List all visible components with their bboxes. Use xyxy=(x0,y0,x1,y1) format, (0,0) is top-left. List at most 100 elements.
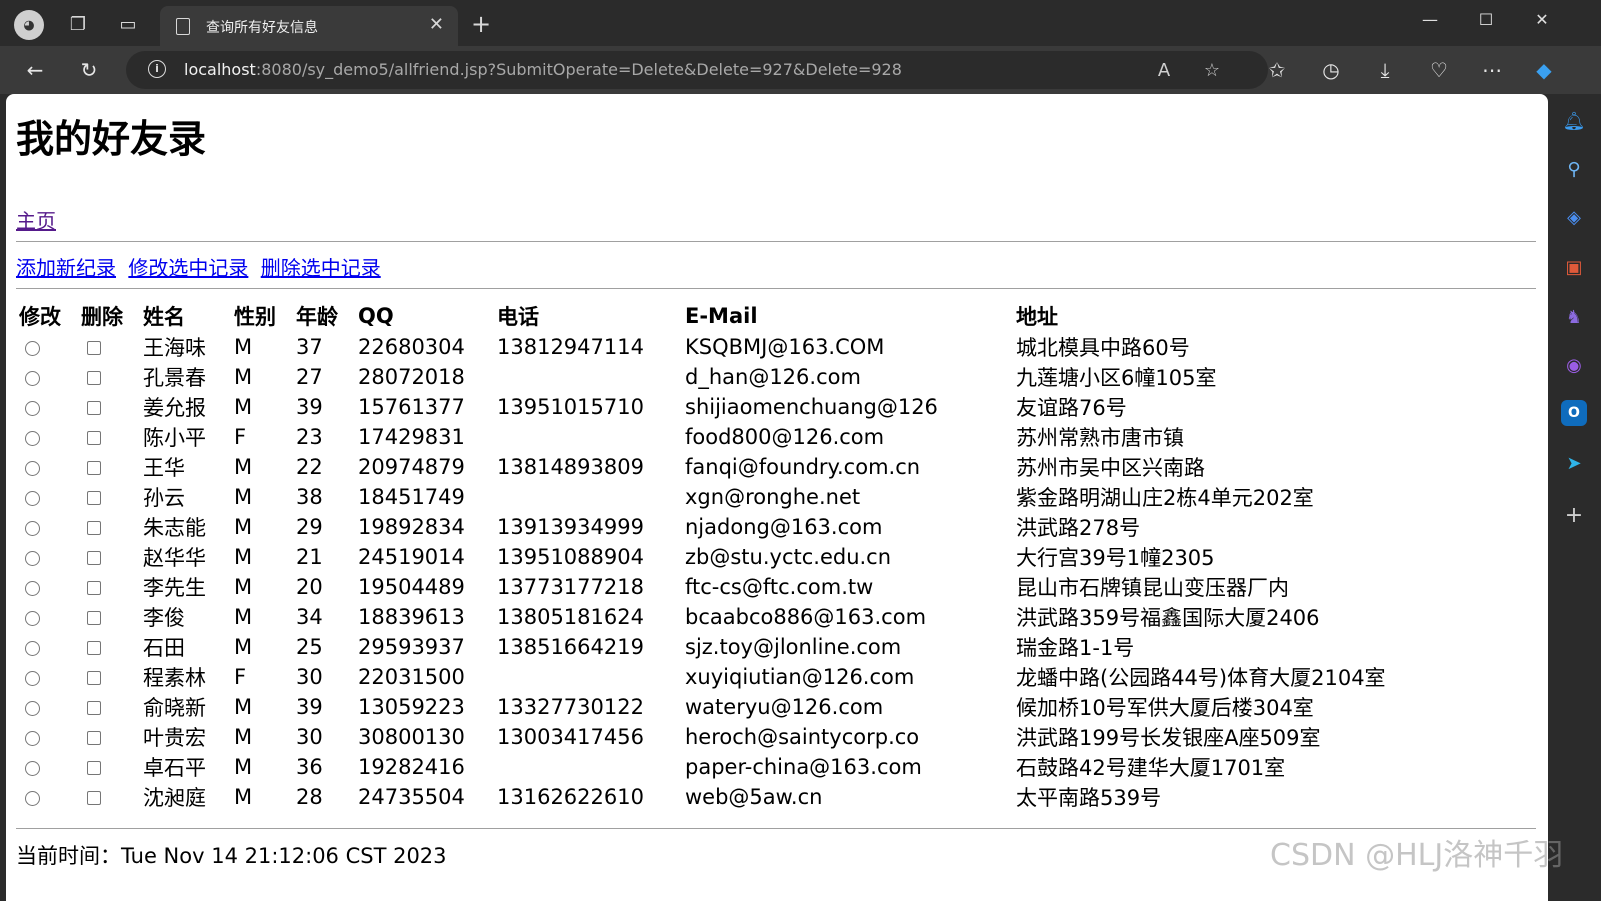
read-aloud-icon[interactable]: A xyxy=(1152,58,1176,82)
add-record-link[interactable]: 添加新纪录 xyxy=(16,256,116,280)
edit-radio[interactable] xyxy=(25,430,40,446)
add-icon[interactable]: + xyxy=(1561,502,1587,528)
cell-age: 39 xyxy=(296,695,323,719)
edit-selected-link[interactable]: 修改选中记录 xyxy=(128,256,248,280)
address-bar[interactable]: i localhost:8080/sy_demo5/allfriend.jsp?… xyxy=(126,51,1268,89)
cell-name: 孔景春 xyxy=(143,366,206,390)
cell-email: sjz.toy@jlonline.com xyxy=(685,635,902,659)
cell-name: 陈小平 xyxy=(143,426,206,450)
edit-radio[interactable] xyxy=(25,340,40,356)
cell-gender: M xyxy=(234,635,253,659)
edit-select-cell xyxy=(16,752,78,782)
cell-address: 太平南路539号 xyxy=(1016,786,1162,810)
active-tab[interactable]: 查询所有好友信息 ✕ xyxy=(160,6,458,46)
info-icon[interactable]: i xyxy=(148,60,166,78)
cell-phone: 13851664219 xyxy=(497,635,644,659)
edit-radio[interactable] xyxy=(25,730,40,746)
office-icon[interactable]: ◉ xyxy=(1561,352,1587,378)
edit-radio[interactable] xyxy=(25,460,40,476)
new-tab-icon[interactable]: + xyxy=(467,10,495,38)
close-icon[interactable]: ✕ xyxy=(1514,4,1570,34)
delete-checkbox[interactable] xyxy=(87,521,101,535)
delete-selected-link[interactable]: 删除选中记录 xyxy=(261,256,381,280)
cell-phone: 13913934999 xyxy=(497,515,644,539)
profile-avatar[interactable]: ◕ xyxy=(14,10,44,40)
downloads-icon[interactable]: ⤓ xyxy=(1371,56,1399,84)
edit-radio[interactable] xyxy=(25,550,40,566)
delete-checkbox[interactable] xyxy=(87,641,101,655)
delete-checkbox[interactable] xyxy=(87,371,101,385)
cell-age: 34 xyxy=(296,605,323,629)
cell-name: 朱志能 xyxy=(143,516,206,540)
edit-radio[interactable] xyxy=(25,670,40,686)
edit-radio[interactable] xyxy=(25,790,40,806)
home-link[interactable]: 主页 xyxy=(16,205,56,234)
edit-radio[interactable] xyxy=(25,610,40,626)
history-icon[interactable]: ◷ xyxy=(1317,56,1345,84)
delete-checkbox[interactable] xyxy=(87,551,101,565)
delete-checkbox[interactable] xyxy=(87,731,101,745)
games-icon[interactable]: ♞ xyxy=(1561,304,1587,330)
cell-name: 叶贵宏 xyxy=(143,726,206,750)
cell-gender: M xyxy=(234,785,253,809)
edit-select-cell xyxy=(16,782,78,812)
tag-icon[interactable]: ◈ xyxy=(1561,204,1587,230)
edit-radio[interactable] xyxy=(25,640,40,656)
delete-checkbox[interactable] xyxy=(87,611,101,625)
delete-checkbox[interactable] xyxy=(87,701,101,715)
cell-email: ftc-cs@ftc.com.tw xyxy=(685,575,874,599)
cell-address: 洪武路359号福鑫国际大厦2406 xyxy=(1016,606,1320,630)
cell-age: 23 xyxy=(296,425,323,449)
delete-checkbox[interactable] xyxy=(87,671,101,685)
cell-email: heroch@saintycorp.co xyxy=(685,725,920,749)
search-icon[interactable]: ⚲ xyxy=(1561,156,1587,182)
cell-phone xyxy=(494,752,682,782)
delete-checkbox[interactable] xyxy=(87,431,101,445)
workspaces-icon[interactable]: ❐ xyxy=(64,10,92,38)
bell-icon[interactable]: 🔔︎ xyxy=(1561,108,1587,134)
delete-checkbox[interactable] xyxy=(87,791,101,805)
minimize-icon[interactable]: — xyxy=(1402,4,1458,34)
cell-name: 李先生 xyxy=(143,576,206,600)
cell-gender: M xyxy=(234,365,253,389)
edit-radio[interactable] xyxy=(25,520,40,536)
refresh-icon[interactable]: ↻ xyxy=(75,56,103,84)
edit-radio[interactable] xyxy=(25,700,40,716)
cell-qq: 15761377 xyxy=(358,395,465,419)
delete-checkbox[interactable] xyxy=(87,461,101,475)
delete-select-cell xyxy=(78,332,140,362)
delete-checkbox[interactable] xyxy=(87,491,101,505)
tab-actions-icon[interactable]: ▭ xyxy=(114,10,142,38)
maximize-icon[interactable]: ☐ xyxy=(1458,4,1514,34)
delete-checkbox[interactable] xyxy=(87,581,101,595)
delete-checkbox[interactable] xyxy=(87,761,101,775)
browser-essentials-icon[interactable]: ♡ xyxy=(1425,56,1453,84)
close-tab-icon[interactable]: ✕ xyxy=(429,14,444,35)
favorites-icon[interactable]: ✩ xyxy=(1263,56,1291,84)
delete-select-cell xyxy=(78,542,140,572)
cell-address: 苏州市吴中区兴南路 xyxy=(1016,456,1205,480)
toolbox-icon[interactable]: ▣ xyxy=(1561,254,1587,280)
cell-phone: 13951088904 xyxy=(497,545,644,569)
edit-radio[interactable] xyxy=(25,580,40,596)
edit-radio[interactable] xyxy=(25,370,40,386)
cell-age: 28 xyxy=(296,785,323,809)
cell-qq: 13059223 xyxy=(358,695,465,719)
edit-radio[interactable] xyxy=(25,400,40,416)
edit-radio[interactable] xyxy=(25,490,40,506)
url-text[interactable]: localhost:8080/sy_demo5/allfriend.jsp?Su… xyxy=(184,60,902,79)
outlook-icon[interactable]: O xyxy=(1561,400,1587,426)
copilot-icon[interactable]: ◆ xyxy=(1530,56,1558,84)
cell-email: food800@126.com xyxy=(685,425,885,449)
cell-qq: 24519014 xyxy=(358,545,465,569)
column-header: 地址 xyxy=(1016,305,1058,329)
send-icon[interactable]: ➤ xyxy=(1561,450,1587,476)
favorite-star-icon[interactable]: ☆ xyxy=(1200,58,1224,82)
edit-radio[interactable] xyxy=(25,760,40,776)
delete-select-cell xyxy=(78,512,140,542)
delete-checkbox[interactable] xyxy=(87,401,101,415)
more-options-icon[interactable]: ⋯ xyxy=(1478,56,1506,84)
back-icon[interactable]: ← xyxy=(21,56,49,84)
cell-gender: M xyxy=(234,455,253,479)
delete-checkbox[interactable] xyxy=(87,341,101,355)
